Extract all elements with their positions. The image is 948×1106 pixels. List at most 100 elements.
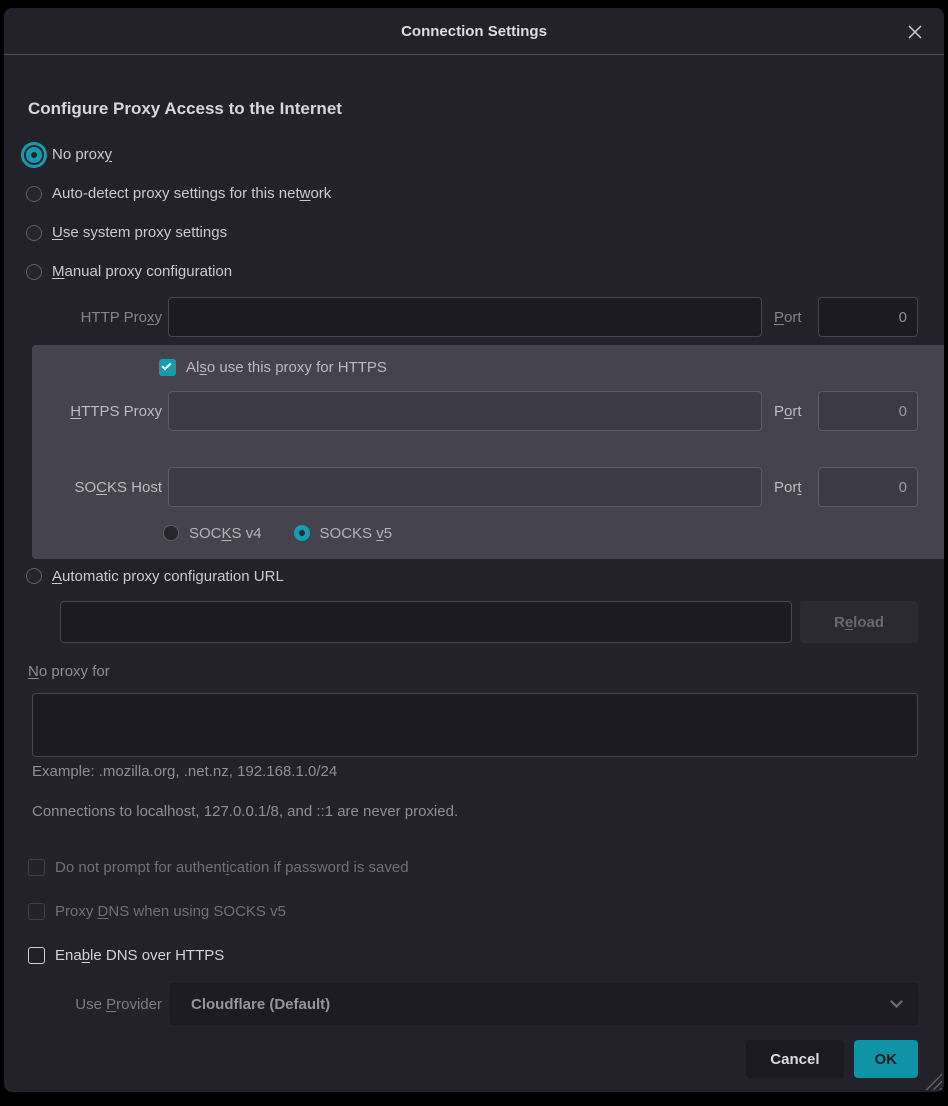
checkbox-checked-icon[interactable] <box>159 359 176 376</box>
label-accesskey: v <box>376 525 384 542</box>
label-post: y <box>155 309 163 326</box>
radio-icon[interactable] <box>26 568 42 584</box>
radio-auto-detect[interactable]: Auto-detect proxy settings for this netw… <box>4 174 944 213</box>
label-pre: SOC <box>189 525 222 542</box>
radio-automatic-proxy-url[interactable]: Automatic proxy configuration URL <box>4 563 944 589</box>
chevron-down-icon <box>890 995 903 1008</box>
label-pre: SO <box>74 479 96 496</box>
label-accesskey: K <box>222 525 232 542</box>
label-pre: Ena <box>55 947 82 964</box>
http-proxy-row: HTTP Proxy Port <box>32 297 918 337</box>
radio-no-proxy[interactable]: No proxy <box>4 135 944 174</box>
radio-system-proxy[interactable]: Use system proxy settings <box>4 213 944 252</box>
reload-label: Reload <box>834 614 884 631</box>
checkbox-icon[interactable] <box>28 903 45 920</box>
label-post: ork <box>310 185 331 202</box>
no-proxy-example-text: Example: .mozilla.org, .net.nz, 192.168.… <box>32 763 944 783</box>
checkbox-icon[interactable] <box>28 947 45 964</box>
http-proxy-label: HTTP Proxy <box>32 309 162 326</box>
label-pre: HTTP Pro <box>81 309 147 326</box>
label-post: se system proxy settings <box>63 224 227 241</box>
label-accesskey: x <box>147 309 155 326</box>
socks-host-row: SOCKS Host Port <box>32 467 918 507</box>
radio-label: No proxy <box>52 146 112 163</box>
label-pre: R <box>834 614 845 631</box>
label-pre: Do not prompt for authent <box>55 859 226 876</box>
http-proxy-input[interactable] <box>168 297 762 337</box>
socks-port-input[interactable] <box>818 467 918 507</box>
https-port-input[interactable] <box>818 391 918 431</box>
dialog-titlebar: Connection Settings <box>4 8 944 55</box>
close-icon <box>907 24 923 40</box>
socks-host-input[interactable] <box>168 467 762 507</box>
resize-grip[interactable] <box>922 1072 942 1090</box>
checkbox-icon[interactable] <box>28 859 45 876</box>
label-accesskey: P <box>106 996 116 1013</box>
label-pre: Use <box>75 996 106 1013</box>
radio-icon[interactable] <box>26 186 42 202</box>
label-accesskey: w <box>300 185 311 202</box>
ok-button[interactable]: OK <box>854 1040 919 1078</box>
label-post: le DNS over HTTPS <box>90 947 224 964</box>
label-post: S v4 <box>232 525 262 542</box>
close-button[interactable] <box>902 19 928 45</box>
label-pre: SOCKS <box>320 525 377 542</box>
socks-port-label: Port <box>768 479 812 496</box>
label-post: KS Host <box>107 479 162 496</box>
label-accesskey: P <box>774 309 784 326</box>
label-post: ort <box>784 309 802 326</box>
label-accesskey: C <box>96 479 107 496</box>
radio-label: Manual proxy configuration <box>52 263 232 280</box>
provider-dropdown[interactable]: Cloudflare (Default) <box>170 983 918 1025</box>
https-port-label: Port <box>768 403 812 420</box>
label-accesskey: s <box>199 359 207 376</box>
radio-socks-v5[interactable] <box>294 525 310 541</box>
checkbox-proxy-dns-socks5[interactable]: Proxy DNS when using SOCKS v5 <box>28 899 944 923</box>
radio-socks-v4[interactable] <box>163 525 179 541</box>
radio-icon[interactable] <box>26 225 42 241</box>
http-port-input[interactable] <box>818 297 918 337</box>
localhost-note-text: Connections to localhost, 127.0.0.1/8, a… <box>32 803 944 823</box>
label-post: rt <box>792 403 801 420</box>
radio-manual-proxy[interactable]: Manual proxy configuration <box>4 252 944 291</box>
label-post: o use this proxy for HTTPS <box>207 359 387 376</box>
label-post: o proxy for <box>39 663 110 680</box>
https-proxy-input[interactable] <box>168 391 762 431</box>
checkbox-no-prompt-auth[interactable]: Do not prompt for authentication if pass… <box>28 855 944 879</box>
label-post: TTPS Proxy <box>81 403 162 420</box>
label-post: cation if password is saved <box>229 859 408 876</box>
check-icon <box>162 360 172 370</box>
reload-button[interactable]: Reload <box>800 601 918 643</box>
label: No proxy for <box>28 663 110 680</box>
highlighted-https-socks-panel: Also use this proxy for HTTPS HTTPS Prox… <box>32 345 944 559</box>
label-post: rovider <box>116 996 162 1013</box>
https-proxy-label: HTTPS Proxy <box>32 403 162 420</box>
label-accesskey: t <box>797 479 801 496</box>
checkbox-enable-doh[interactable]: Enable DNS over HTTPS <box>28 943 944 967</box>
label-accesskey: M <box>52 263 65 280</box>
automatic-url-row: Reload <box>60 601 918 643</box>
proxy-mode-group: No proxy Auto-detect proxy settings for … <box>4 135 944 291</box>
no-proxy-for-textarea[interactable] <box>32 693 918 757</box>
automatic-url-input[interactable] <box>60 601 792 643</box>
also-use-https-row[interactable]: Also use this proxy for HTTPS <box>159 355 918 379</box>
label-accesskey: N <box>28 663 39 680</box>
label-pre: No prox <box>52 146 105 163</box>
checkbox-label: Enable DNS over HTTPS <box>55 947 224 964</box>
radio-icon-selected[interactable] <box>26 147 42 163</box>
label-accesskey: e <box>845 614 853 631</box>
label-accesskey: y <box>105 146 113 163</box>
socks-version-group: SOCKS v4 SOCKS v5 <box>163 521 918 545</box>
radio-icon[interactable] <box>26 264 42 280</box>
no-proxy-for-label: No proxy for <box>28 663 944 685</box>
label-post: NS when using SOCKS v5 <box>108 903 286 920</box>
label-accesskey: U <box>52 224 63 241</box>
label-accesskey: A <box>52 568 62 585</box>
provider-selected-value: Cloudflare (Default) <box>191 996 892 1013</box>
cancel-button[interactable]: Cancel <box>746 1040 843 1078</box>
label-accesskey: H <box>70 403 81 420</box>
use-provider-label: Use Provider <box>4 996 162 1013</box>
radio-label: Automatic proxy configuration URL <box>52 568 284 585</box>
label-accesskey: D <box>98 903 109 920</box>
checkbox-label: Proxy DNS when using SOCKS v5 <box>55 903 286 920</box>
